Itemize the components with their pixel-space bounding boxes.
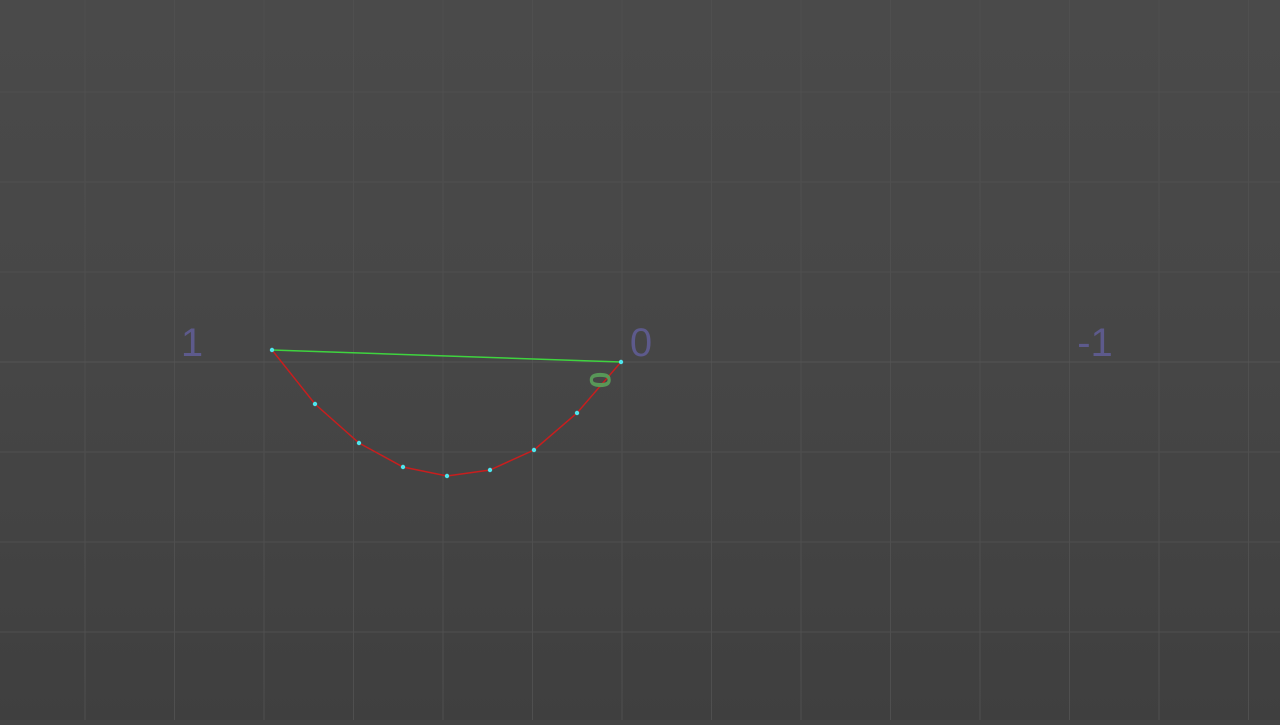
axis-label-negative-one: -1 [1077, 321, 1113, 365]
curve-vertex-handle[interactable] [487, 467, 493, 473]
curve-path[interactable] [271, 349, 622, 477]
chord-line[interactable] [271, 349, 622, 363]
curve-vertex-handle[interactable] [400, 464, 406, 470]
curve-vertex-handle[interactable] [444, 473, 450, 479]
curve-vertex-handle[interactable] [312, 401, 318, 407]
curve-vertex-handle[interactable] [531, 447, 537, 453]
curve-vertex-handle[interactable] [618, 359, 624, 365]
curve-vertex-handle[interactable] [356, 440, 362, 446]
axis-label-positive-one: 1 [181, 321, 203, 365]
origin-marker-label: 0 [583, 372, 616, 389]
graph-canvas[interactable]: 1 0 -1 0 [0, 0, 1280, 720]
graph-editor-viewport[interactable]: 1 0 -1 0 [0, 0, 1280, 720]
curve-vertex-handle[interactable] [574, 410, 580, 416]
curve-vertices[interactable] [269, 347, 624, 479]
curve-vertex-handle[interactable] [269, 347, 275, 353]
axis-label-zero: 0 [630, 321, 652, 365]
